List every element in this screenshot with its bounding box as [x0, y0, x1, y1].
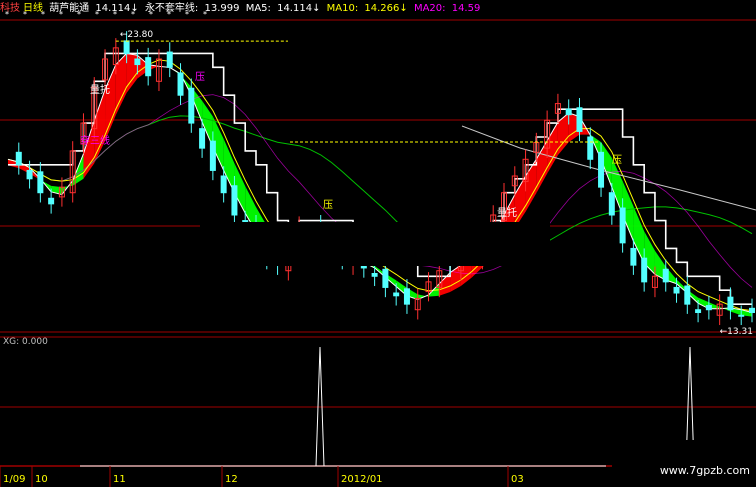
- resist-label: 压: [612, 154, 622, 166]
- rising-band-segment: [557, 112, 569, 156]
- down-candle: [177, 72, 184, 96]
- down-candle: [749, 307, 755, 314]
- down-candle: [393, 292, 400, 297]
- date-tick-label: 03: [511, 474, 524, 485]
- date-tick-label: 2012/01: [341, 474, 383, 485]
- resist-label: 压: [323, 199, 333, 211]
- down-candle: [48, 197, 55, 205]
- down-candle: [37, 171, 44, 194]
- support-label: 量托: [90, 83, 110, 96]
- date-axis: 1/09 10 11 12 2012/01 03: [0, 440, 756, 487]
- down-candle: [382, 268, 389, 288]
- down-candle: [123, 40, 130, 54]
- down-candle: [134, 58, 141, 66]
- down-candle: [673, 286, 680, 294]
- down-candle: [403, 288, 410, 305]
- down-candle: [630, 247, 637, 266]
- date-tick-label: 1/09: [3, 474, 25, 485]
- indicator-value: 14.114↓: [95, 3, 139, 14]
- down-candle: [15, 151, 22, 166]
- date-tick-label: 11: [113, 474, 126, 485]
- down-candle: [662, 268, 669, 283]
- resist-label: 压: [195, 71, 205, 83]
- down-candle: [587, 136, 594, 160]
- support-label: 量托: [497, 206, 517, 219]
- down-candle: [619, 207, 626, 244]
- stock-name: 科技: [0, 3, 20, 14]
- date-tick-label: 10: [35, 474, 48, 485]
- down-candle: [371, 273, 378, 277]
- down-candle: [738, 314, 745, 317]
- ma5-label: MA5:: [245, 3, 271, 14]
- down-candle: [608, 192, 615, 216]
- down-candle: [576, 107, 583, 132]
- ma10-value: 14.266↓: [364, 3, 408, 14]
- date-tick-label: 12: [225, 474, 238, 485]
- down-candle: [684, 285, 691, 305]
- cross-three-lines-label: 穿三线: [80, 134, 110, 147]
- band-layer: [8, 53, 752, 317]
- down-candle: [199, 128, 206, 149]
- low-price-label: ←13.31: [720, 327, 753, 337]
- ma10-label: MA10:: [326, 3, 359, 14]
- line-name: 永不套牢线:: [144, 3, 199, 14]
- ma5-value: 14.114↓: [277, 3, 321, 14]
- down-candle: [641, 257, 648, 283]
- down-candle: [145, 57, 152, 77]
- down-candle: [220, 175, 227, 194]
- down-candle: [727, 296, 734, 311]
- occluded-region: [200, 222, 550, 266]
- down-candle: [705, 305, 712, 311]
- ma20-label: MA20:: [413, 3, 446, 14]
- down-candle: [166, 51, 173, 68]
- down-candle: [598, 151, 605, 188]
- down-candle: [695, 309, 702, 314]
- down-candle: [231, 185, 238, 216]
- down-candle: [565, 108, 572, 116]
- annotation-layer: ←23.80←13.31量托量托穿三线压压压* * * * * * * * * * * *: [5, 10, 753, 337]
- down-candle: [209, 140, 216, 171]
- indicator-header: 科技 日线 葫芦能通 14.114↓ 永不套牢线: 13.999 MA5: 14.…: [0, 2, 483, 16]
- period-label[interactable]: 日线: [23, 3, 43, 14]
- down-candle: [188, 87, 195, 124]
- stock-chart: ←23.80←13.31量托量托穿三线压压压* * * * * * * * * * * * 1/09 1…: [0, 10, 756, 487]
- ma20-value: 14.59: [451, 3, 481, 14]
- high-price-label: ←23.80: [120, 30, 154, 40]
- xg-label: XG: 0.000: [3, 337, 48, 347]
- down-candle: [26, 169, 33, 180]
- line-value: 13.999: [204, 3, 240, 14]
- indicator-name: 葫芦能通: [49, 3, 90, 14]
- watermark: www.7gpzb.com: [659, 464, 750, 477]
